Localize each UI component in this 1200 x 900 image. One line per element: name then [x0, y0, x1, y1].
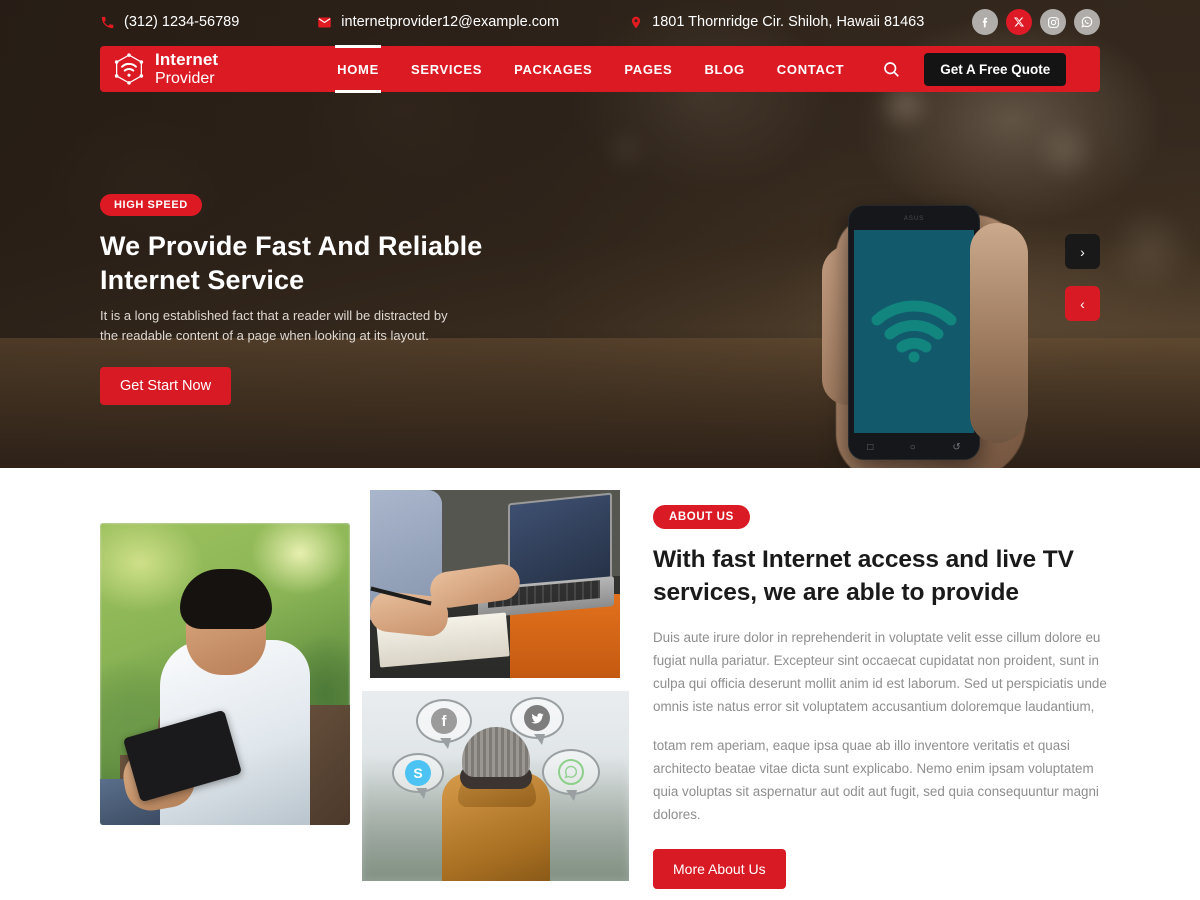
hair	[180, 569, 272, 629]
whatsapp-bubble	[542, 749, 600, 801]
skype-bubble: S	[392, 753, 444, 799]
about-paragraph-2: totam rem aperiam, eaque ipsa quae ab il…	[653, 738, 1099, 823]
nav-item-services[interactable]: SERVICES	[395, 46, 498, 92]
wifi-icon	[871, 300, 957, 362]
logo-line-2: Provider	[155, 70, 215, 87]
contact-email-text: internetprovider12@example.com	[341, 14, 560, 30]
get-start-now-button[interactable]: Get Start Now	[100, 367, 232, 406]
get-free-quote-button[interactable]: Get A Free Quote	[924, 52, 1067, 86]
phone-nav-buttons: □ ○ ↺	[867, 442, 961, 453]
whatsapp-icon	[558, 759, 584, 785]
whatsapp-icon[interactable]	[1074, 9, 1100, 35]
search-button[interactable]	[882, 60, 900, 78]
twitter-icon	[524, 705, 550, 731]
contact-email[interactable]: internetprovider12@example.com	[317, 14, 559, 30]
location-pin-icon	[629, 15, 643, 30]
instagram-icon[interactable]	[1040, 9, 1066, 35]
laptop-screen	[508, 492, 612, 590]
nav-item-home[interactable]: HOME	[321, 46, 395, 92]
man-with-tablet-photo	[100, 523, 350, 825]
search-icon	[884, 62, 899, 77]
social-bubbles-photo: f S	[362, 691, 629, 881]
logo-text: Internet Provider	[155, 51, 218, 87]
fingers-shape	[970, 223, 1028, 443]
social-links	[972, 9, 1100, 35]
more-about-us-button[interactable]: More About Us	[653, 848, 786, 889]
contact-phone[interactable]: (312) 1234-56789	[100, 14, 239, 30]
hero-subtitle: It is a long established fact that a rea…	[100, 308, 448, 344]
contact-address: 1801 Thornridge Cir. Shiloh, Hawaii 8146…	[629, 14, 924, 30]
hero-section: ASUS □ ○ ↺ (312) 1234-56789 internetprov…	[0, 0, 1200, 468]
wifi-hexagon-logo-icon	[114, 53, 144, 85]
phone-icon	[100, 15, 115, 30]
slider-next-button[interactable]: ›	[1065, 234, 1100, 269]
email-icon	[317, 15, 332, 30]
phone-brand-mark: ASUS	[903, 216, 925, 222]
nav-item-packages[interactable]: PACKAGES	[498, 46, 608, 92]
phone-screen	[854, 230, 974, 433]
facebook-icon[interactable]	[972, 9, 998, 35]
nav-item-pages[interactable]: PAGES	[608, 46, 688, 92]
about-badge: ABOUT US	[653, 505, 750, 529]
slider-prev-button[interactable]: ‹	[1065, 286, 1100, 321]
nav-item-blog[interactable]: BLOG	[688, 46, 760, 92]
about-section: f S ABOUT US With fast Internet access a…	[0, 468, 1200, 900]
logo-line-1: Internet	[155, 50, 219, 69]
hero-content: HIGH SPEED We Provide Fast And Reliable …	[100, 194, 570, 406]
smartphone: ASUS □ ○ ↺	[848, 205, 980, 460]
twitter-bubble	[510, 697, 564, 745]
about-paragraph-1: Duis aute irure dolor in reprehenderit i…	[653, 630, 1107, 715]
contact-address-text: 1801 Thornridge Cir. Shiloh, Hawaii 8146…	[652, 14, 925, 30]
x-twitter-icon[interactable]	[1006, 9, 1032, 35]
main-navigation-bar: Internet Provider HOME SERVICES PACKAGES…	[100, 46, 1100, 92]
hero-title: We Provide Fast And Reliable Internet Se…	[100, 231, 483, 296]
facebook-bubble: f	[416, 699, 472, 749]
site-logo[interactable]: Internet Provider	[112, 51, 218, 87]
nav-menu: HOME SERVICES PACKAGES PAGES BLOG CONTAC…	[321, 46, 860, 92]
skype-icon: S	[405, 760, 431, 786]
nav-item-contact[interactable]: CONTACT	[761, 46, 860, 92]
laptop-workspace-photo	[370, 490, 620, 678]
hero-badge: HIGH SPEED	[100, 194, 202, 216]
about-content: ABOUT US With fast Internet access and l…	[653, 505, 1113, 889]
slider-controls: › ‹	[1065, 234, 1100, 321]
top-contact-bar: (312) 1234-56789 internetprovider12@exam…	[0, 0, 1200, 44]
about-title: With fast Internet access and live TV se…	[653, 546, 1074, 606]
contact-phone-text: (312) 1234-56789	[124, 14, 240, 30]
facebook-icon: f	[431, 708, 457, 734]
